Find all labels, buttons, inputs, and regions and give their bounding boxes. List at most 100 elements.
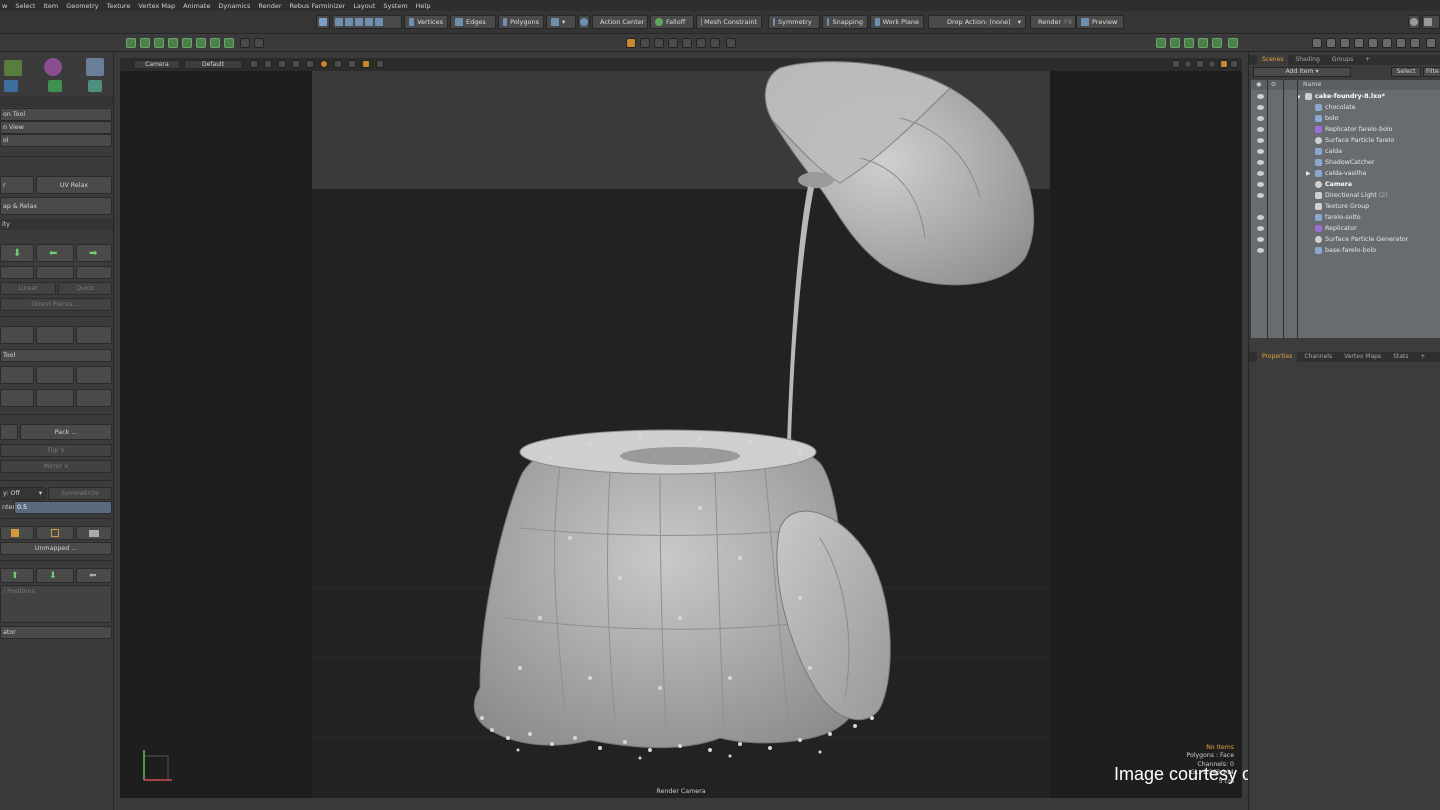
- tab-add[interactable]: +: [1360, 55, 1375, 65]
- list-item[interactable]: farelo-solto: [1253, 212, 1440, 223]
- sphere-icon[interactable]: [196, 38, 206, 48]
- unmapped-button[interactable]: Unmapped ...: [0, 542, 112, 555]
- grid-icon[interactable]: [210, 38, 220, 48]
- mirror-v-button[interactable]: Mirror V: [0, 460, 112, 473]
- pack-option[interactable]: [0, 424, 18, 440]
- menu-item-texture[interactable]: Texture: [107, 2, 131, 10]
- vertices-button[interactable]: Vertices: [404, 15, 448, 29]
- stretch-h-icon[interactable]: [0, 366, 34, 384]
- generator-button[interactable]: ator: [0, 626, 112, 639]
- select-button[interactable]: Select: [1391, 67, 1421, 77]
- menu-item-help[interactable]: Help: [416, 2, 431, 10]
- tools-icon[interactable]: [682, 38, 692, 48]
- tab-channels[interactable]: Channels: [1299, 352, 1337, 362]
- list-item[interactable]: chocolate: [1253, 102, 1440, 113]
- eye-icon[interactable]: [1257, 248, 1264, 253]
- stack-icon[interactable]: [710, 38, 720, 48]
- tab-properties[interactable]: Properties: [1257, 352, 1298, 362]
- vertex-move-icon[interactable]: ⬇: [36, 568, 74, 583]
- arrow-right-icon[interactable]: ➡: [76, 244, 112, 262]
- eye-icon[interactable]: [1257, 94, 1264, 99]
- menu-item-w[interactable]: w: [2, 2, 7, 10]
- zoom-icon[interactable]: [254, 38, 264, 48]
- menu-item-geometry[interactable]: Geometry: [66, 2, 98, 10]
- view-button[interactable]: n View: [0, 121, 112, 134]
- eye-icon[interactable]: [1257, 171, 1264, 176]
- tool-2-button[interactable]: Tool: [0, 349, 112, 362]
- align-icon[interactable]: [76, 266, 112, 279]
- layout-icon[interactable]: [1422, 15, 1440, 29]
- tab-groups[interactable]: Groups: [1327, 55, 1358, 65]
- space-h-icon[interactable]: [0, 389, 34, 407]
- add-item-select[interactable]: Add Item ▾: [1253, 67, 1351, 77]
- material-icon[interactable]: [1184, 38, 1194, 48]
- stretch-v-icon[interactable]: [76, 366, 112, 384]
- settings-icon[interactable]: [578, 15, 590, 29]
- asset-icon[interactable]: [1312, 38, 1322, 48]
- symmetrize-button[interactable]: Symmetrize: [48, 487, 112, 500]
- select-modes[interactable]: [332, 15, 402, 29]
- unwrap-relax-button[interactable]: ap & Relax: [0, 197, 112, 215]
- orient-pieces-button[interactable]: Orient Pieces ...: [0, 298, 112, 311]
- space-v-icon[interactable]: [76, 389, 112, 407]
- asset-icon[interactable]: [1426, 38, 1436, 48]
- align-left-icon[interactable]: [0, 326, 34, 344]
- menu-item-rebus[interactable]: Rebus Farminizer: [290, 2, 346, 10]
- bucket-icon[interactable]: [4, 80, 18, 92]
- symmetry-button[interactable]: Symmetry: [768, 15, 820, 29]
- tab-vertex-maps[interactable]: Vertex Maps: [1339, 352, 1386, 362]
- tab-stats[interactable]: Stats: [1388, 352, 1413, 362]
- eye-icon[interactable]: [1257, 127, 1264, 132]
- move-tool-icon[interactable]: [640, 38, 650, 48]
- list-icon[interactable]: [1156, 38, 1166, 48]
- eye-icon[interactable]: [1257, 215, 1264, 220]
- paint-tool-icon[interactable]: [48, 80, 62, 92]
- menu-item-layout[interactable]: Layout: [353, 2, 375, 10]
- brush-icon[interactable]: [88, 80, 102, 92]
- eye-icon[interactable]: [1257, 226, 1264, 231]
- menu-item-dynamics[interactable]: Dynamics: [218, 2, 250, 10]
- orient-icon[interactable]: [0, 266, 34, 279]
- eye-icon[interactable]: [1257, 138, 1264, 143]
- space-c-icon[interactable]: [36, 389, 74, 407]
- chevron-right-icon[interactable]: ▶: [1306, 170, 1311, 177]
- symmetry-select[interactable]: y: Off ▾: [0, 487, 46, 500]
- polygons-button[interactable]: Polygons: [498, 15, 544, 29]
- eye-icon[interactable]: [1257, 182, 1264, 187]
- asset-icon[interactable]: [1354, 38, 1364, 48]
- crop-icon[interactable]: [668, 38, 678, 48]
- list-item[interactable]: Surface Particle Generator: [1253, 234, 1440, 245]
- list-item[interactable]: ▶ calda-vasilha: [1253, 168, 1440, 179]
- vertex-back-icon[interactable]: ⬅: [76, 568, 112, 583]
- frame-icon[interactable]: [224, 38, 234, 48]
- work-plane-button[interactable]: Work Plane: [870, 15, 924, 29]
- move-icon[interactable]: [140, 38, 150, 48]
- scale-tool-icon[interactable]: [654, 38, 664, 48]
- search-icon[interactable]: [1408, 15, 1420, 29]
- list-item[interactable]: Texture Group: [1253, 201, 1440, 212]
- eye-icon[interactable]: [1257, 160, 1264, 165]
- cube-icon[interactable]: [126, 38, 136, 48]
- align-right-icon[interactable]: [76, 326, 112, 344]
- align-center-icon[interactable]: [36, 326, 74, 344]
- 3d-viewport[interactable]: Camera Default No Items Polygons: Face …: [120, 58, 1242, 798]
- tab-add-properties[interactable]: +: [1415, 352, 1430, 362]
- menu-item-system[interactable]: System: [383, 2, 407, 10]
- eye-icon[interactable]: [1257, 237, 1264, 242]
- uv-relax-button[interactable]: UV Relax: [36, 176, 112, 194]
- positions-button[interactable]: / Positions: [0, 585, 112, 623]
- action-center-button[interactable]: Action Center: [592, 15, 648, 29]
- eye-icon[interactable]: [1257, 116, 1264, 121]
- arrow-left-icon[interactable]: ⬅: [36, 244, 74, 262]
- list-item[interactable]: Replicator: [1253, 223, 1440, 234]
- tool-button[interactable]: on Tool: [0, 108, 112, 121]
- uv-strip-icon[interactable]: [76, 526, 112, 540]
- asset-icon[interactable]: [1326, 38, 1336, 48]
- snapping-button[interactable]: Snapping: [822, 15, 868, 29]
- select-tool-icon[interactable]: [626, 38, 636, 48]
- list-item[interactable]: ShadowCatcher: [1253, 157, 1440, 168]
- menu-item-item[interactable]: Item: [43, 2, 58, 10]
- transform-icon[interactable]: [4, 60, 22, 76]
- tab-shading[interactable]: Shading: [1290, 55, 1324, 65]
- drop-action-select[interactable]: Drop Action: (none) ▾: [928, 15, 1026, 29]
